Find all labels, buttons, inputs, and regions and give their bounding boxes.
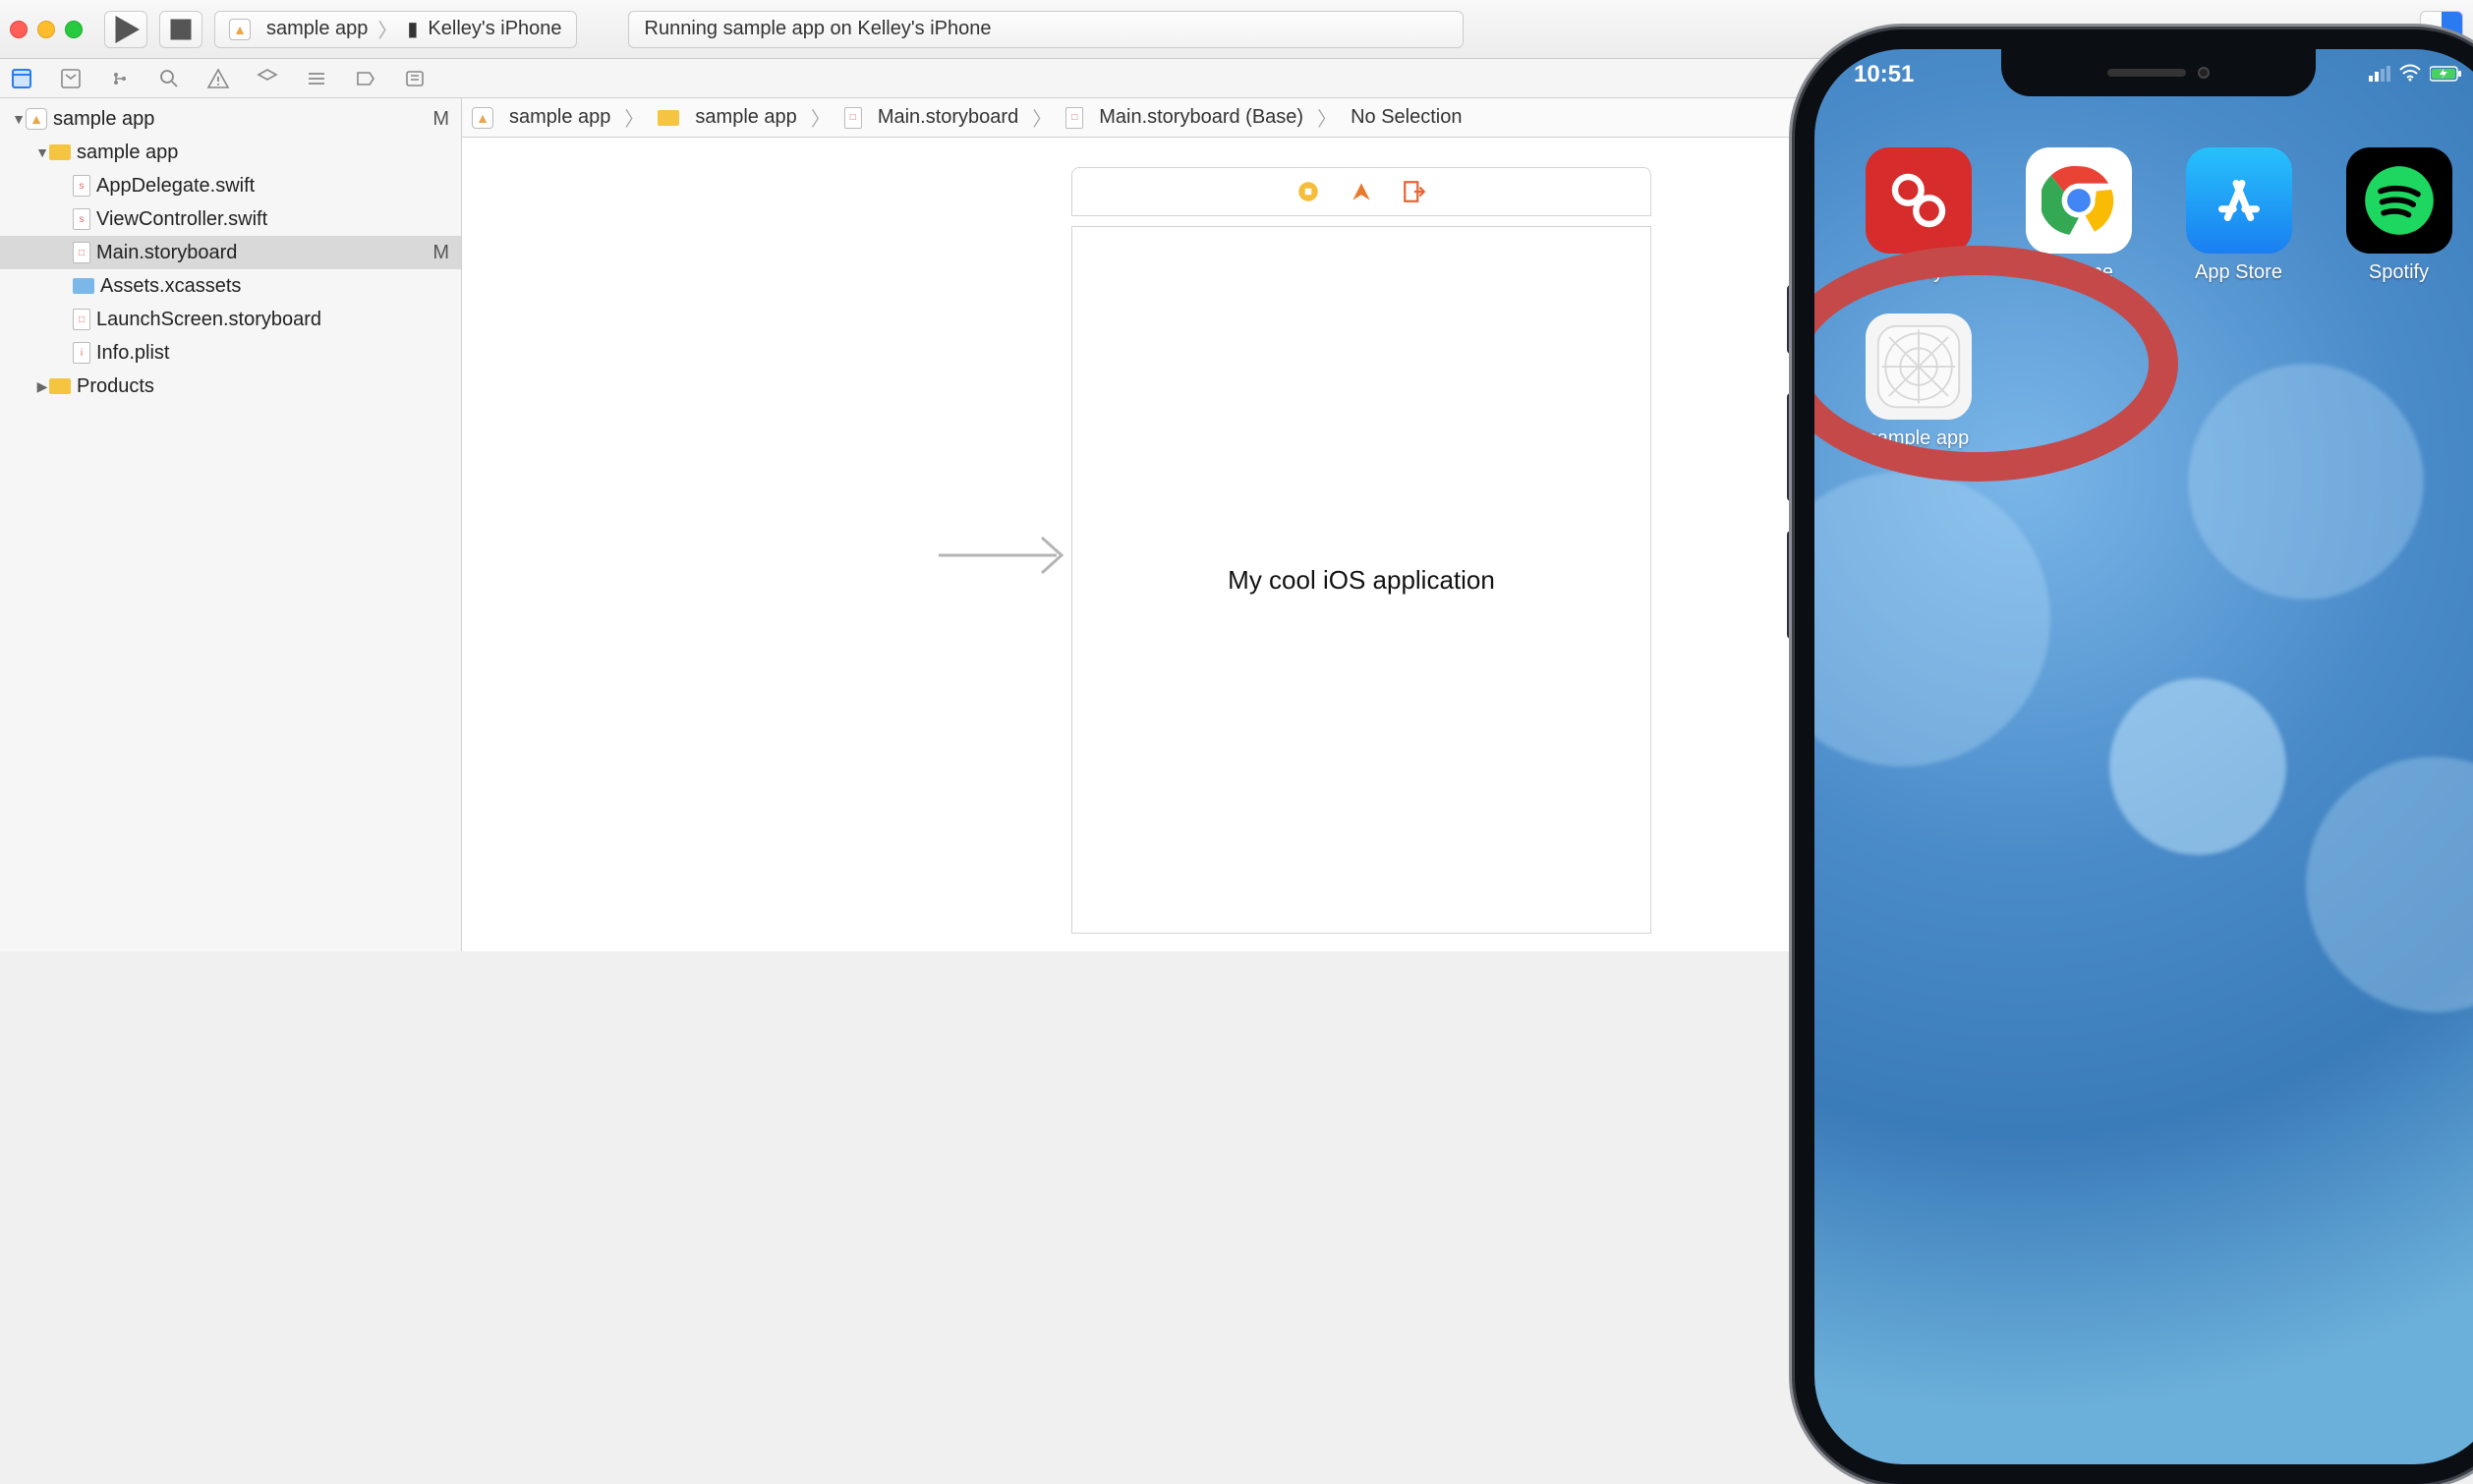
symbol-navigator-tab[interactable]	[106, 65, 134, 92]
scheme-device-label: Kelley's iPhone	[428, 18, 561, 40]
crumb-item[interactable]: No Selection	[1351, 106, 1462, 129]
navigator-file-row[interactable]: □ LaunchScreen.storyboard	[0, 303, 461, 336]
entry-point-arrow-icon[interactable]	[934, 526, 1081, 590]
file-name: ViewController.swift	[96, 208, 267, 231]
app-spotify[interactable]: Spotify	[2330, 147, 2467, 284]
debug-navigator-tab[interactable]	[303, 65, 330, 92]
authy-icon	[1866, 147, 1972, 254]
volume-down-button	[1787, 531, 1795, 639]
traffic-lights	[10, 21, 83, 38]
navigator-file-row[interactable]: s ViewController.swift	[0, 202, 461, 236]
view-controller-view[interactable]: My cool iOS application	[1071, 226, 1651, 934]
source-control-status: M	[432, 108, 449, 131]
app-appstore[interactable]: App Store	[2170, 147, 2307, 284]
iphone-frame: 10:51 Authy Chrome App Stor	[1795, 29, 2473, 1484]
disclosure-triangle-icon[interactable]: ▶	[35, 378, 49, 395]
first-responder-icon[interactable]	[1349, 179, 1374, 204]
crumb-item[interactable]: sample app	[509, 106, 610, 129]
products-label: Products	[77, 375, 154, 398]
project-navigator: ▼ ▲ sample app M ▼ sample app s AppDeleg…	[0, 98, 462, 951]
disclosure-triangle-icon[interactable]: ▼	[35, 144, 49, 160]
chrome-icon	[2026, 147, 2132, 254]
file-name: Assets.xcassets	[100, 275, 241, 298]
clock-label: 10:51	[1854, 61, 1914, 88]
view-controller-icon[interactable]	[1295, 179, 1321, 204]
silent-switch	[1787, 285, 1795, 354]
status-text: Running sample app on Kelley's iPhone	[645, 18, 992, 40]
scene-dock[interactable]	[1071, 167, 1651, 216]
folder-icon	[49, 144, 71, 160]
chevron-right-icon: 〉	[811, 103, 831, 132]
navigator-file-row[interactable]: i Info.plist	[0, 336, 461, 370]
file-name: Info.plist	[96, 342, 169, 365]
test-navigator-tab[interactable]	[254, 65, 281, 92]
chevron-right-icon: 〉	[1317, 103, 1337, 132]
crumb-item[interactable]: Main.storyboard	[878, 106, 1018, 129]
breakpoint-navigator-tab[interactable]	[352, 65, 379, 92]
chevron-right-icon: 〉	[1032, 103, 1052, 132]
file-name: LaunchScreen.storyboard	[96, 309, 321, 331]
app-icon: ▲	[229, 19, 251, 40]
spotify-icon	[2346, 147, 2452, 254]
navigator-file-row[interactable]: s AppDelegate.swift	[0, 169, 461, 202]
uilabel[interactable]: My cool iOS application	[1228, 565, 1495, 596]
swift-file-icon: s	[73, 175, 90, 197]
exit-icon[interactable]	[1402, 179, 1427, 204]
file-name: Main.storyboard	[96, 242, 237, 264]
navigator-file-row[interactable]: □ Main.storyboard M	[0, 236, 461, 269]
storyboard-file-icon: □	[73, 242, 90, 263]
file-name: AppDelegate.swift	[96, 175, 255, 198]
issue-navigator-tab[interactable]	[204, 65, 232, 92]
minimize-window-button[interactable]	[37, 21, 55, 38]
source-control-status: M	[432, 242, 449, 264]
phone-icon: ▮	[407, 17, 418, 41]
xcode-project-icon: ▲	[26, 108, 47, 130]
group-name: sample app	[77, 142, 178, 164]
project-navigator-tab[interactable]	[8, 65, 35, 92]
scheme-app-label: sample app	[266, 18, 368, 40]
folder-icon	[49, 378, 71, 394]
chevron-right-icon: 〉	[624, 103, 644, 132]
find-navigator-tab[interactable]	[155, 65, 183, 92]
crumb-item[interactable]: sample app	[695, 106, 796, 129]
run-button[interactable]	[104, 11, 147, 48]
volume-up-button	[1787, 393, 1795, 501]
navigator-file-row[interactable]: Assets.xcassets	[0, 269, 461, 303]
stop-button[interactable]	[159, 11, 202, 48]
navigator-group-row[interactable]: ▼ sample app	[0, 136, 461, 169]
swift-file-icon: s	[73, 208, 90, 230]
battery-icon	[2430, 61, 2463, 88]
navigator-products-row[interactable]: ▶ Products	[0, 370, 461, 403]
status-icons	[2369, 61, 2463, 88]
view-controller-scene[interactable]: My cool iOS application	[1071, 167, 1651, 934]
iphone-screen: 10:51 Authy Chrome App Stor	[1814, 49, 2473, 1464]
source-control-navigator-tab[interactable]	[57, 65, 85, 92]
app-label: App Store	[2195, 261, 2282, 284]
storyboard-file-icon: □	[73, 309, 90, 330]
zoom-window-button[interactable]	[65, 21, 83, 38]
iphone-device: 10:51 Authy Chrome App Stor	[1795, 29, 2473, 1484]
project-name: sample app	[53, 108, 154, 131]
xcode-project-icon: ▲	[472, 107, 493, 129]
crumb-item[interactable]: Main.storyboard (Base)	[1099, 106, 1303, 129]
navigator-project-row[interactable]: ▼ ▲ sample app M	[0, 102, 461, 136]
appstore-icon	[2186, 147, 2292, 254]
folder-icon	[658, 110, 679, 126]
plist-file-icon: i	[73, 342, 90, 364]
storyboard-file-icon: □	[844, 107, 862, 129]
close-window-button[interactable]	[10, 21, 28, 38]
activity-status: Running sample app on Kelley's iPhone	[628, 11, 1464, 48]
wifi-icon	[2398, 61, 2422, 88]
app-label: Spotify	[2369, 261, 2429, 284]
asset-catalog-icon	[73, 278, 94, 294]
report-navigator-tab[interactable]	[401, 65, 429, 92]
cellular-icon	[2369, 61, 2390, 88]
iphone-notch	[2001, 49, 2316, 96]
disclosure-triangle-icon[interactable]: ▼	[12, 111, 26, 127]
storyboard-file-icon: □	[1065, 107, 1083, 129]
scheme-selector[interactable]: ▲ sample app 〉 ▮ Kelley's iPhone	[214, 11, 577, 48]
